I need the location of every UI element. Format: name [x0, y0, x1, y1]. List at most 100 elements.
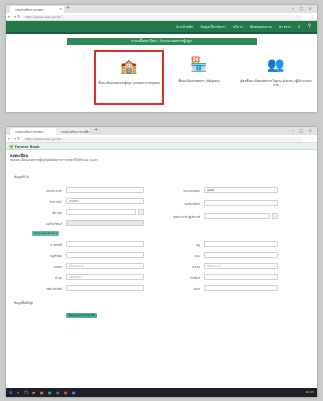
app-icon[interactable]: ● — [40, 390, 44, 395]
shop-icon: 🏪 — [190, 57, 208, 73]
road-field[interactable] — [204, 252, 278, 258]
moo-soi-field[interactable] — [66, 252, 144, 258]
address-bar: ← → ↻ https://www.doae.go.th/... ⋮ — [6, 135, 317, 143]
field-label: ชื่อ-สกุล — [52, 211, 62, 215]
house-number-field[interactable] — [66, 241, 144, 247]
window-controls-icon[interactable]: ‒ □ × — [292, 6, 314, 11]
school-building-icon: 🏫 — [120, 59, 138, 75]
email-field[interactable] — [204, 285, 278, 291]
close-icon[interactable]: × — [59, 7, 62, 11]
id-number-field[interactable] — [66, 187, 144, 193]
app-icon[interactable]: ● — [64, 390, 68, 395]
form-row: หมู่ที่/ซอย — [6, 252, 156, 259]
back-icon[interactable]: ← — [8, 14, 11, 19]
tax-id-field[interactable] — [204, 213, 270, 219]
app-header: 🌿 Farmer Book — [6, 143, 317, 150]
portal-nav: ⌂ หน้าหลัก ข้อมูลเกี่ยวกับเรา บริการ ติด… — [6, 21, 317, 34]
birthdate-field[interactable] — [204, 200, 278, 206]
page-heading: ลงทะเบียน ขอลงทะเบียนเกษตรกรผู้ปลูกผลผลิ… — [6, 150, 317, 162]
field-label: ตำบล — [55, 276, 62, 280]
section-plot: ข้อมูลพื้นที่ปลูก — [14, 301, 34, 305]
field-label: หมู่ — [196, 243, 200, 247]
app-icon[interactable]: ● — [72, 390, 76, 395]
postcode-field[interactable] — [66, 285, 144, 291]
menu-icon[interactable]: ⋮ — [310, 14, 314, 19]
nav-home[interactable]: ⌂ หน้าหลัก — [176, 24, 193, 30]
form-row: โทรศัพท์ — [156, 274, 316, 281]
browser-tab[interactable]: กรมส่งเสริมการเกษตร × — [56, 128, 90, 135]
form-row: จังหวัด เลือกจังหวัด ⌄ — [6, 263, 156, 270]
province-select[interactable]: เลือกจังหวัด ⌄ — [66, 263, 144, 269]
window-controls-icon[interactable]: ‒ □ × — [292, 128, 314, 133]
name-field[interactable] — [66, 209, 136, 215]
moo-field[interactable] — [204, 241, 278, 247]
new-tab-icon[interactable]: + — [66, 5, 70, 11]
search-button[interactable]: ⌕ — [138, 209, 144, 215]
search-button[interactable]: ⌕ — [272, 213, 278, 219]
people-icon: 👥 — [267, 57, 285, 73]
url-input[interactable]: https://www.doae.go.th/... — [22, 14, 303, 20]
field-label: หมู่ที่/ซอย — [50, 254, 62, 258]
form-row: อำเภอ เลือกอำเภอ ⌄ — [156, 263, 316, 270]
field-label: จังหวัด — [53, 265, 62, 269]
person-type-select[interactable]: บุคคล ⌄ — [204, 187, 278, 193]
form-row: คำนำหน้า นางสาว ⌄ — [6, 198, 156, 205]
title-select[interactable]: นางสาว ⌄ — [66, 198, 144, 204]
add-plot-button[interactable]: เพิ่มข้อมูลแปลงที่ปลูกพืช — [66, 313, 98, 318]
card-individual-farmer[interactable]: 🏫 ขึ้นทะเบียนเกษตรกรผู้ปลูก (เกษตรกรรายบ… — [94, 50, 164, 105]
login-icon[interactable]: ⚲ — [308, 24, 311, 30]
windows-taskbar: ⊞ ⌕ ❐ ▰ ● ● ◉ ● ● 10:25 — [6, 388, 317, 397]
nav-underline — [6, 32, 317, 34]
new-tab-icon[interactable]: + — [94, 127, 98, 133]
url-input[interactable]: https://www.doae.go.th/... — [22, 136, 303, 142]
home-icon: ⌂ — [176, 25, 179, 30]
back-icon[interactable]: ← — [8, 136, 11, 141]
forward-icon[interactable]: → — [13, 14, 16, 19]
field-label: เบอร์โทรศัพท์ — [45, 222, 62, 226]
nav-contact[interactable]: ติดต่อสอบถาม — [250, 24, 272, 30]
tab-title: กรมส่งเสริมการเกษตร — [15, 129, 44, 134]
menu-icon[interactable]: ⋮ — [310, 136, 314, 141]
card-juristic-farmer[interactable]: 🏪 ขึ้นทะเบียนเกษตรกร (นิติบุคคล) — [164, 50, 234, 105]
card-label: ขึ้นทะเบียนเกษตรกร (นิติบุคคล) — [178, 79, 220, 83]
field-label: วันเดือนปีเกิด — [183, 202, 200, 206]
start-icon[interactable]: ⊞ — [9, 390, 12, 395]
file-explorer-icon[interactable]: ▰ — [32, 390, 35, 395]
form-row: ชื่อ-สกุล ⌕ — [6, 209, 156, 216]
card-representative[interactable]: 👥 ผู้ขอขึ้นทะเบียนเกษตรกรในฐานะตัวแทน / … — [236, 50, 316, 105]
task-view-icon[interactable]: ❐ — [24, 390, 28, 395]
app-name[interactable]: 🌿 Farmer Book — [9, 145, 40, 149]
chevron-down-icon: ⌄ — [273, 264, 276, 268]
phone-field[interactable] — [66, 220, 144, 226]
form-screenshot: กรมส่งเสริมการเกษตร × กรมส่งเสริมการเกษต… — [6, 127, 317, 397]
browser-tab[interactable]: กรมส่งเสริมการเกษตร × — [10, 6, 64, 13]
form-row: วันเดือนปีเกิด — [156, 200, 316, 207]
district-select[interactable]: เลือกอำเภอ ⌄ — [204, 263, 278, 269]
nav-about[interactable]: ข้อมูลเกี่ยวกับเรา — [200, 24, 226, 30]
subdistrict-select[interactable]: เลือกตำบล ⌄ — [66, 274, 144, 280]
nav-services[interactable]: บริการ — [233, 24, 243, 30]
form-row: หมู่ — [156, 241, 316, 248]
field-label: คำนำหน้า — [49, 200, 62, 204]
reload-icon[interactable]: ↻ — [17, 136, 20, 141]
form-row: อีเมล — [156, 285, 316, 292]
page-subtitle: ขอลงทะเบียนเกษตรกรผู้ปลูกผลผลิตทางการเกษ… — [10, 158, 98, 162]
search-icon[interactable]: ⌕ — [17, 390, 19, 395]
telephone-field[interactable] — [204, 274, 278, 280]
service-cards: 🏫 ขึ้นทะเบียนเกษตรกรผู้ปลูก (เกษตรกรรายบ… — [6, 50, 317, 110]
app-icon[interactable]: ● — [48, 390, 52, 395]
chevron-down-icon: ⌄ — [273, 188, 276, 192]
forward-icon[interactable]: → — [13, 136, 16, 141]
close-icon[interactable]: × — [85, 129, 88, 133]
address-section-chip: ที่อยู่ตามทะเบียนบ้าน — [32, 231, 60, 236]
nav-news[interactable]: ข่าวสาร — [279, 24, 291, 30]
clock[interactable]: 10:25 — [305, 390, 314, 394]
form-row: เลขประจำตัว — [6, 187, 156, 194]
form-row: ประเภทบุคคล บุคคล ⌄ — [156, 187, 316, 194]
form-row: ถนน — [156, 252, 316, 259]
reload-icon[interactable]: ↻ — [17, 14, 20, 19]
search-icon[interactable]: ⌕ — [298, 24, 301, 30]
field-label: อำเภอ — [192, 265, 200, 269]
chevron-down-icon: ⌄ — [139, 275, 142, 279]
browser-icon[interactable]: ◉ — [56, 390, 60, 395]
